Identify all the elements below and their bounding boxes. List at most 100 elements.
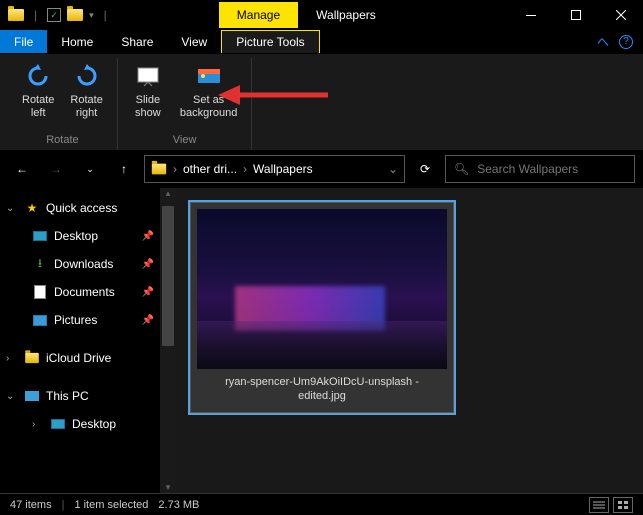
file-item[interactable]: ryan-spencer-Um9AkOiIDcU-unsplash - edit…: [190, 202, 454, 413]
annotation-arrow: [218, 80, 328, 110]
tab-home[interactable]: Home: [47, 30, 107, 53]
window-controls: [508, 0, 643, 30]
folder-icon: [8, 9, 24, 21]
chevron-right-icon[interactable]: ›: [32, 419, 44, 430]
chevron-right-icon[interactable]: ›: [243, 162, 247, 176]
sidebar-item-this-pc[interactable]: ⌄ This PC: [0, 382, 160, 410]
chevron-right-icon[interactable]: ›: [173, 162, 177, 176]
sidebar-scrollbar[interactable]: ▴ ▾: [160, 188, 176, 493]
window-title: Wallpapers: [298, 2, 394, 28]
pin-icon: 📌: [142, 287, 154, 298]
scrollbar-thumb[interactable]: [162, 206, 174, 346]
sidebar-label: Pictures: [54, 313, 136, 327]
button-label: Slideshow: [135, 94, 161, 120]
menubar: File Home Share View Picture Tools へ ?: [0, 30, 643, 54]
refresh-button[interactable]: ⟳: [411, 155, 439, 183]
up-button[interactable]: ↑: [110, 155, 138, 183]
navigation-bar: ← → ⌄ ↑ › other dri... › Wallpapers ⌄ ⟳ …: [0, 150, 643, 188]
separator: |: [62, 499, 65, 511]
group-label: View: [173, 134, 197, 150]
sidebar-label: Desktop: [54, 229, 136, 243]
rotate-right-icon: [71, 60, 103, 92]
help-icon[interactable]: ?: [619, 35, 633, 49]
thumbnails-view-button[interactable]: [613, 497, 633, 513]
status-selection: 1 item selected: [74, 499, 148, 511]
forward-button[interactable]: →: [42, 155, 70, 183]
group-label: Rotate: [46, 134, 78, 150]
sidebar-item-documents[interactable]: Documents 📌: [0, 278, 160, 306]
rotate-right-button[interactable]: Rotateright: [64, 58, 108, 122]
sidebar-label: Downloads: [54, 257, 136, 271]
folder-icon: [152, 164, 166, 175]
manage-tab-header: Manage: [219, 2, 298, 28]
sidebar-label: This PC: [46, 389, 154, 403]
sidebar-item-desktop[interactable]: Desktop 📌: [0, 222, 160, 250]
folder-icon[interactable]: [67, 9, 83, 21]
file-menu[interactable]: File: [0, 30, 47, 53]
contextual-tab-group: Manage Wallpapers: [219, 2, 394, 28]
search-input[interactable]: [477, 162, 626, 176]
tab-view[interactable]: View: [167, 30, 221, 53]
close-button[interactable]: [598, 0, 643, 30]
ribbon-collapse-icon[interactable]: へ: [597, 33, 609, 50]
chevron-down-icon[interactable]: ⌄: [6, 203, 18, 214]
statusbar: 47 items | 1 item selected 2.73 MB: [0, 493, 643, 515]
pictures-icon: [32, 312, 48, 328]
minimize-button[interactable]: [508, 0, 553, 30]
separator: |: [34, 8, 37, 22]
download-icon: ⭳: [32, 256, 48, 272]
sidebar-label: iCloud Drive: [46, 351, 154, 365]
ribbon-group-rotate: Rotateleft Rotateright Rotate: [8, 58, 118, 150]
file-thumbnail: [197, 209, 447, 369]
desktop-icon: [32, 228, 48, 244]
desktop-icon: [50, 416, 66, 432]
address-dropdown-icon[interactable]: ⌄: [388, 162, 398, 176]
ribbon: Rotateleft Rotateright Rotate Slideshow …: [0, 54, 643, 150]
main-body: ⌄ ★ Quick access Desktop 📌 ⭳ Downloads 📌…: [0, 188, 643, 493]
maximize-button[interactable]: [553, 0, 598, 30]
address-bar[interactable]: › other dri... › Wallpapers ⌄: [144, 155, 405, 183]
tab-picture-tools[interactable]: Picture Tools: [221, 30, 319, 53]
rotate-left-icon: [22, 60, 54, 92]
button-label: Rotateright: [70, 94, 102, 120]
folder-icon: [24, 350, 40, 366]
sidebar-label: Quick access: [46, 201, 154, 215]
sidebar-label: Desktop: [72, 417, 154, 431]
status-size: 2.73 MB: [158, 499, 199, 511]
breadcrumb[interactable]: other dri...: [183, 162, 237, 176]
tab-share[interactable]: Share: [107, 30, 167, 53]
pc-icon: [24, 388, 40, 404]
titlebar: | ✓ ▾ | Manage Wallpapers: [0, 0, 643, 30]
file-list[interactable]: ryan-spencer-Um9AkOiIDcU-unsplash - edit…: [176, 188, 643, 493]
chevron-down-icon[interactable]: ⌄: [6, 391, 18, 402]
sidebar-label: Documents: [54, 285, 136, 299]
button-label: Rotateleft: [22, 94, 54, 120]
quick-access-toolbar: | ✓ ▾ |: [0, 8, 119, 22]
rotate-left-button[interactable]: Rotateleft: [16, 58, 60, 122]
sidebar-item-icloud[interactable]: › iCloud Drive: [0, 344, 160, 372]
document-icon: [32, 284, 48, 300]
breadcrumb[interactable]: Wallpapers: [253, 162, 313, 176]
file-name: ryan-spencer-Um9AkOiIDcU-unsplash - edit…: [197, 369, 447, 406]
recent-dropdown[interactable]: ⌄: [76, 155, 104, 183]
sidebar-item-pictures[interactable]: Pictures 📌: [0, 306, 160, 334]
pin-icon: 📌: [142, 231, 154, 242]
search-box[interactable]: 🔍︎: [445, 155, 635, 183]
navigation-pane: ⌄ ★ Quick access Desktop 📌 ⭳ Downloads 📌…: [0, 188, 160, 493]
details-view-button[interactable]: [589, 497, 609, 513]
back-button[interactable]: ←: [8, 155, 36, 183]
slideshow-button[interactable]: Slideshow: [126, 58, 170, 122]
pin-icon: 📌: [142, 315, 154, 326]
star-icon: ★: [24, 200, 40, 216]
separator: |: [104, 8, 107, 22]
sidebar-item-downloads[interactable]: ⭳ Downloads 📌: [0, 250, 160, 278]
sidebar-item-pc-desktop[interactable]: › Desktop: [0, 410, 160, 438]
status-item-count: 47 items: [10, 499, 52, 511]
slideshow-icon: [132, 60, 164, 92]
sidebar-item-quick-access[interactable]: ⌄ ★ Quick access: [0, 194, 160, 222]
chevron-right-icon[interactable]: ›: [6, 353, 18, 364]
search-icon: 🔍︎: [454, 162, 469, 176]
pin-icon: 📌: [142, 259, 154, 270]
checkbox-icon[interactable]: ✓: [47, 8, 61, 22]
qat-dropdown-icon[interactable]: ▾: [89, 10, 94, 21]
